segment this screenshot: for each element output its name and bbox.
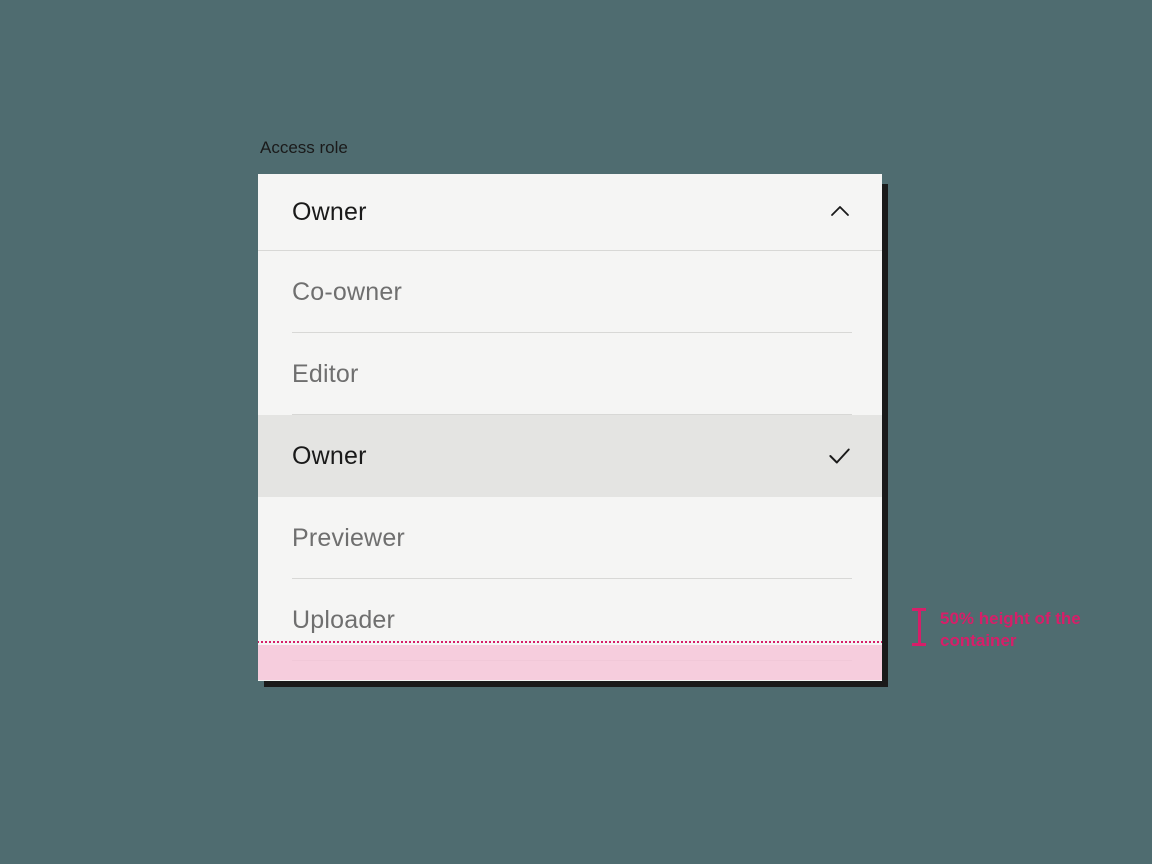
shadow-bottom bbox=[264, 681, 888, 687]
dropdown-option-label: Owner bbox=[292, 442, 367, 471]
chevron-up-icon bbox=[828, 200, 852, 224]
dropdown-option-uploader[interactable]: Uploader bbox=[258, 579, 882, 661]
dropdown-option-editor[interactable]: Editor bbox=[258, 333, 882, 415]
shadow-right bbox=[882, 184, 888, 687]
dropdown-selected-value: Owner bbox=[292, 198, 367, 227]
dropdown-option-label: Previewer bbox=[292, 524, 405, 553]
check-icon bbox=[826, 443, 852, 469]
dropdown-listbox[interactable]: Co-owner Editor Owner Previewer bbox=[258, 251, 882, 681]
dropdown-option-co-owner[interactable]: Co-owner bbox=[258, 251, 882, 333]
dropdown-option-label: Uploader bbox=[292, 606, 395, 635]
dropdown-option-owner[interactable]: Owner bbox=[258, 415, 882, 497]
annotation-label: 50% height of the container bbox=[940, 608, 1100, 652]
dropdown-option-label: Editor bbox=[292, 360, 359, 389]
access-role-dropdown[interactable]: Owner Co-owner Editor Owner bbox=[258, 174, 882, 681]
dropdown-option-previewer[interactable]: Previewer bbox=[258, 497, 882, 579]
field-label: Access role bbox=[260, 138, 894, 158]
dropdown-header[interactable]: Owner bbox=[258, 174, 882, 251]
dropdown-option-viewer[interactable]: Viewer bbox=[258, 661, 882, 681]
dropdown-option-label: Co-owner bbox=[292, 278, 402, 307]
annotation-caliper: 50% height of the container bbox=[912, 608, 1100, 646]
